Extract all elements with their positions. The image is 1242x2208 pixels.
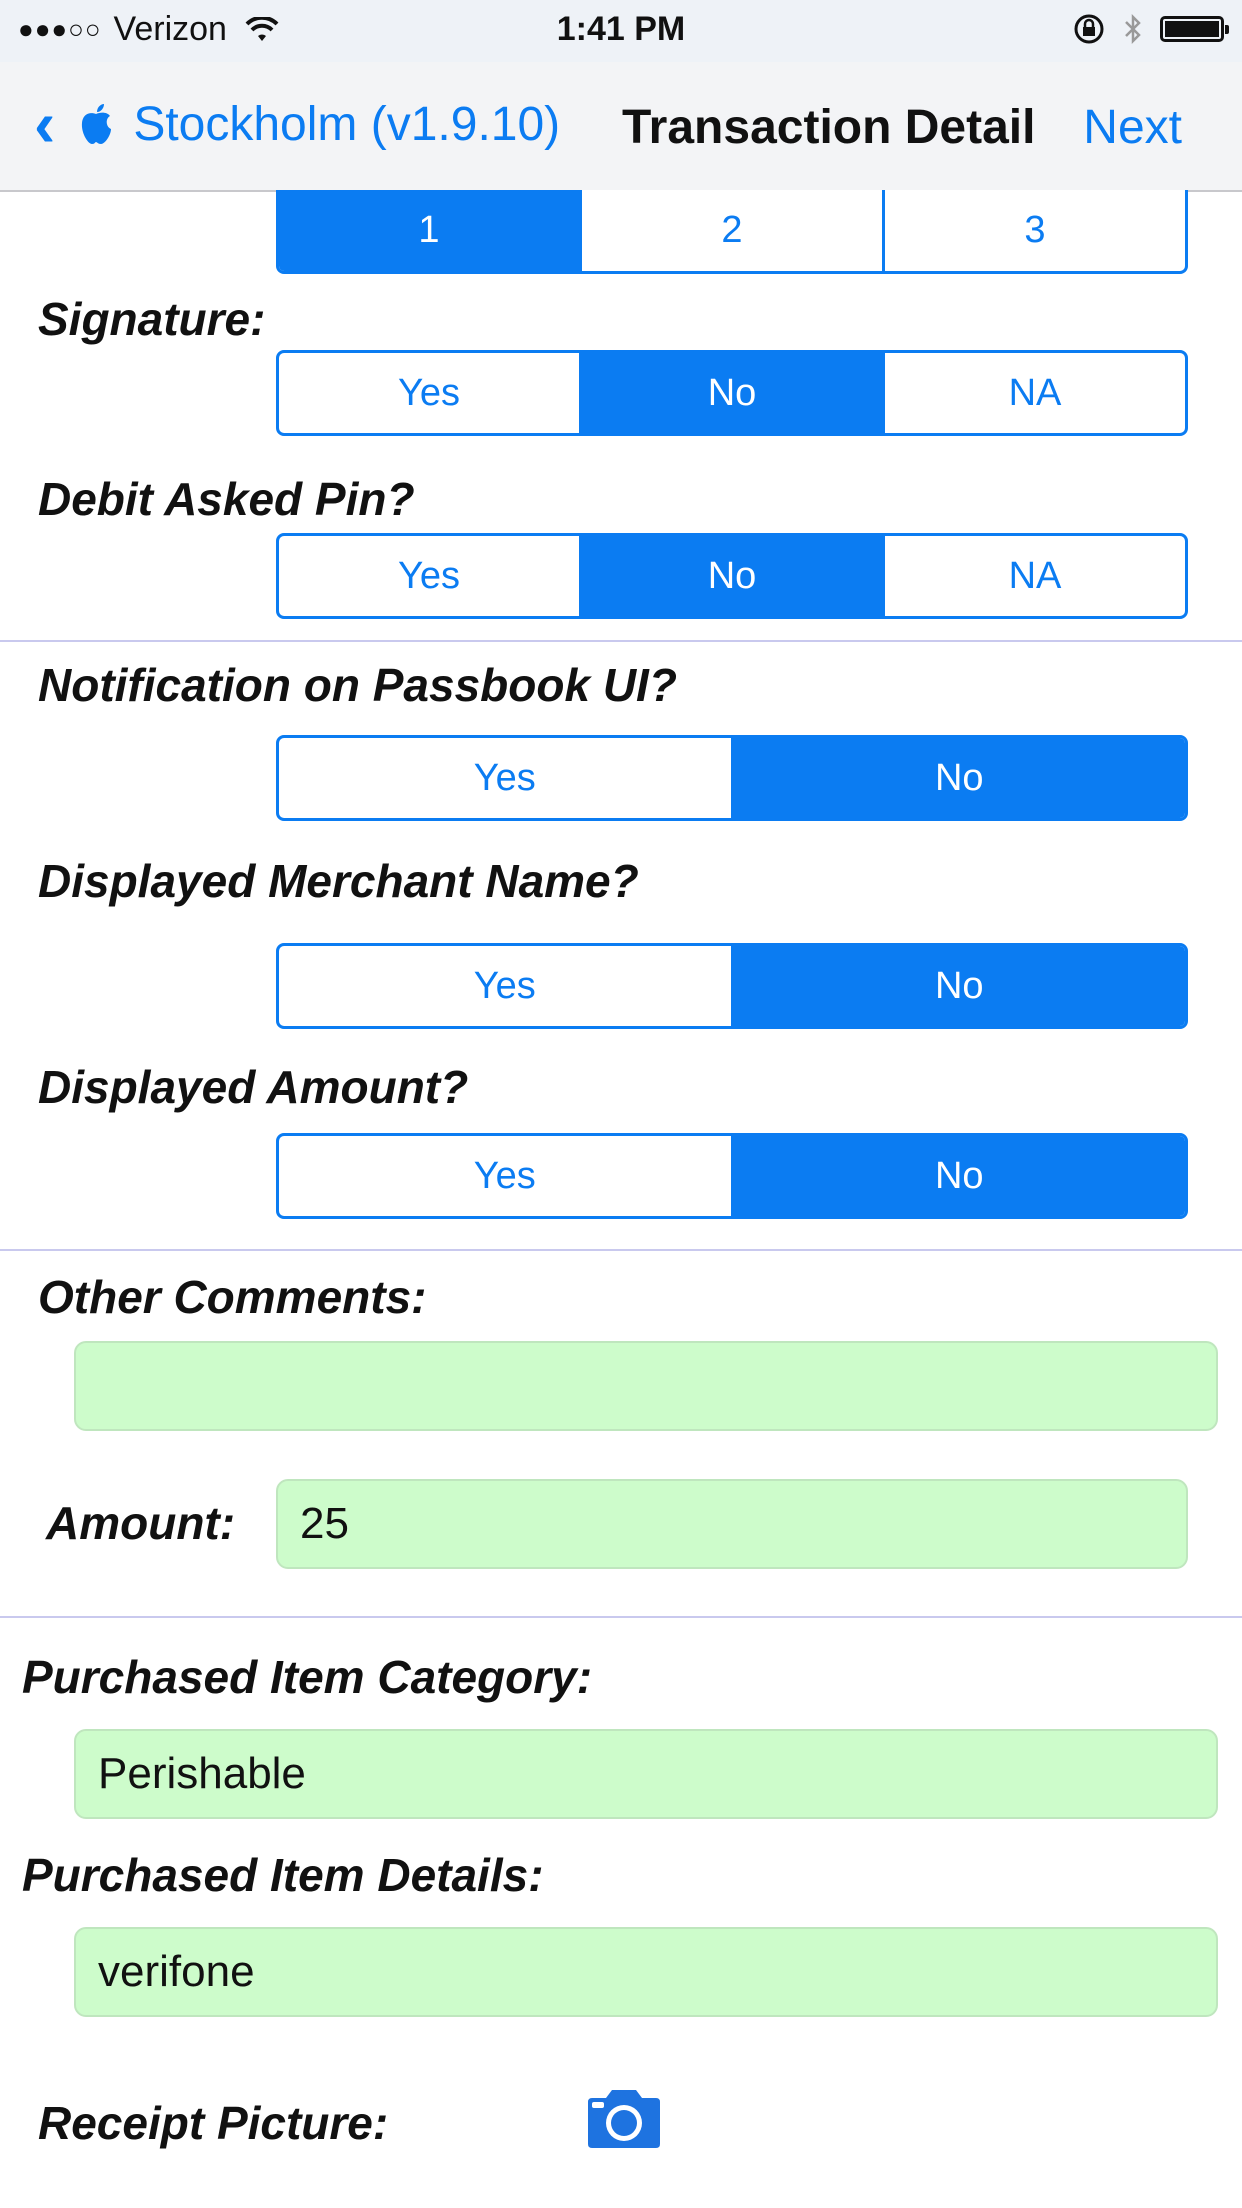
category-label: Purchased Item Category: bbox=[22, 1651, 593, 1703]
navigation-bar: ‹ Stockholm (v1.9.10) Transaction Detail… bbox=[0, 62, 1242, 192]
back-label: Stockholm (v1.9.10) bbox=[133, 97, 561, 151]
passbook-segment: Yes No bbox=[276, 735, 1188, 821]
debit-pin-segment: Yes No NA bbox=[276, 533, 1188, 619]
debit-pin-no[interactable]: No bbox=[579, 536, 882, 616]
section-divider bbox=[0, 1249, 1242, 1251]
next-button[interactable]: Next bbox=[1083, 100, 1182, 155]
camera-icon[interactable] bbox=[584, 2086, 664, 2150]
comments-field[interactable] bbox=[74, 1341, 1218, 1431]
battery-icon bbox=[1160, 16, 1229, 42]
debit-pin-label: Debit Asked Pin? bbox=[38, 473, 415, 525]
signature-na[interactable]: NA bbox=[882, 353, 1185, 433]
clock: 1:41 PM bbox=[556, 10, 686, 48]
displayed-amount-label: Displayed Amount? bbox=[38, 1061, 469, 1113]
page-title: Transaction Detail bbox=[622, 101, 1036, 154]
bluetooth-icon bbox=[1125, 13, 1141, 45]
debit-pin-yes[interactable]: Yes bbox=[279, 536, 579, 616]
signature-yes[interactable]: Yes bbox=[279, 353, 579, 433]
passbook-no[interactable]: No bbox=[730, 738, 1185, 818]
merchant-name-label: Displayed Merchant Name? bbox=[38, 855, 639, 907]
section-divider bbox=[0, 640, 1242, 642]
apple-icon bbox=[82, 104, 112, 144]
segment-1[interactable]: 1 bbox=[279, 190, 579, 271]
signature-segment: Yes No NA bbox=[276, 350, 1188, 436]
section-divider bbox=[0, 1616, 1242, 1618]
passbook-yes[interactable]: Yes bbox=[279, 738, 731, 818]
displayed-amount-no[interactable]: No bbox=[730, 1136, 1185, 1216]
displayed-amount-segment: Yes No bbox=[276, 1133, 1188, 1219]
displayed-amount-yes[interactable]: Yes bbox=[279, 1136, 731, 1216]
amount-field[interactable]: 25 bbox=[276, 1479, 1188, 1569]
debit-pin-na[interactable]: NA bbox=[882, 536, 1185, 616]
comments-label: Other Comments: bbox=[38, 1271, 427, 1323]
segment-3[interactable]: 3 bbox=[882, 190, 1185, 271]
category-field[interactable]: Perishable bbox=[74, 1729, 1218, 1819]
signature-no[interactable]: No bbox=[579, 353, 882, 433]
merchant-name-yes[interactable]: Yes bbox=[279, 946, 731, 1026]
page-selector-segment: 1 2 3 bbox=[276, 190, 1188, 274]
merchant-name-segment: Yes No bbox=[276, 943, 1188, 1029]
orientation-lock-icon bbox=[1074, 14, 1104, 44]
details-field[interactable]: verifone bbox=[74, 1927, 1218, 2017]
receipt-label: Receipt Picture: bbox=[38, 2097, 389, 2149]
status-bar: ●●●○○ Verizon 1:41 PM bbox=[0, 0, 1242, 62]
signature-label: Signature: bbox=[38, 293, 266, 345]
chevron-left-icon: ‹ bbox=[34, 88, 56, 160]
segment-2[interactable]: 2 bbox=[579, 190, 882, 271]
details-label: Purchased Item Details: bbox=[22, 1849, 544, 1901]
amount-label: Amount: bbox=[46, 1497, 236, 1549]
merchant-name-no[interactable]: No bbox=[730, 946, 1185, 1026]
passbook-label: Notification on Passbook UI? bbox=[38, 659, 677, 711]
back-button[interactable]: ‹ Stockholm (v1.9.10) bbox=[34, 92, 560, 156]
